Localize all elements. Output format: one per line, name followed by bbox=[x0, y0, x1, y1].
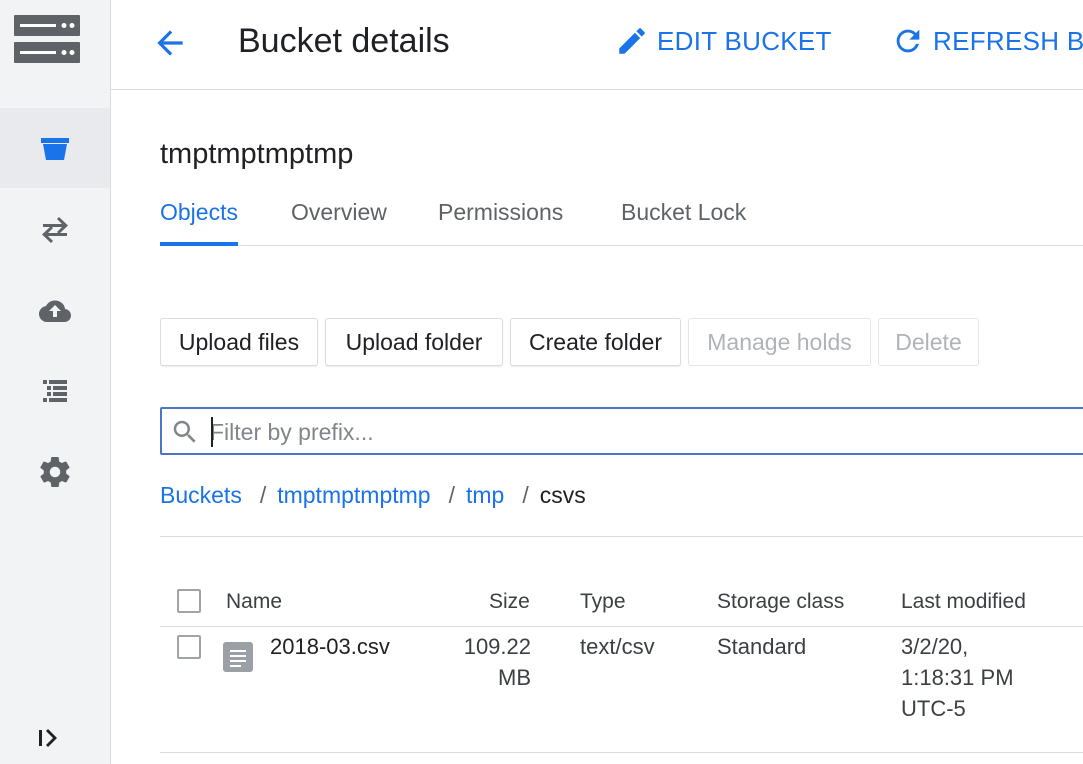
bucket-icon bbox=[41, 138, 69, 160]
breadcrumb-separator: / bbox=[259, 482, 267, 508]
main-content: tmptmptmptmp Objects Overview Permission… bbox=[160, 90, 1083, 764]
sidebar-item-transfer-appliance[interactable] bbox=[0, 271, 110, 351]
column-storage-class[interactable]: Storage class bbox=[717, 590, 844, 614]
refresh-label: REFRESH BU bbox=[933, 25, 1083, 56]
pencil-icon bbox=[619, 28, 645, 54]
file-icon bbox=[223, 642, 253, 672]
filter-input[interactable] bbox=[210, 415, 1070, 449]
upload-folder-button[interactable]: Upload folder bbox=[325, 318, 503, 366]
arrow-back-icon bbox=[157, 30, 183, 56]
breadcrumb-separator: / bbox=[448, 482, 455, 508]
settings-icon bbox=[40, 457, 70, 488]
select-all-checkbox[interactable] bbox=[177, 589, 201, 613]
row-checkbox[interactable] bbox=[177, 635, 201, 659]
column-size[interactable]: Size bbox=[489, 590, 530, 614]
breadcrumb-folder-link[interactable]: tmp bbox=[466, 482, 504, 509]
text-cursor bbox=[211, 417, 213, 447]
tab-bucket-lock[interactable]: Bucket Lock bbox=[621, 195, 746, 246]
breadcrumb: Buckets / tmptmptmptmp / tmp / csvs bbox=[160, 482, 586, 509]
page-header: Bucket details EDIT BUCKET REFRESH BU bbox=[111, 0, 1083, 90]
bucket-name: tmptmptmptmp bbox=[160, 138, 354, 170]
tab-overview[interactable]: Overview bbox=[291, 195, 387, 246]
table-row[interactable]: 2018-03.csv 109.22 MB text/csv Standard … bbox=[160, 627, 1083, 753]
manage-holds-button[interactable]: Manage holds bbox=[688, 318, 871, 366]
breadcrumb-current: csvs bbox=[539, 482, 586, 508]
tab-bar: Objects Overview Permissions Bucket Lock bbox=[160, 195, 1083, 246]
expand-sidebar-icon bbox=[39, 729, 57, 747]
sidebar-item-settings[interactable] bbox=[0, 432, 110, 512]
divider bbox=[160, 752, 1083, 753]
sidebar bbox=[0, 0, 111, 764]
sidebar-item-browser[interactable] bbox=[0, 108, 110, 188]
file-name-link[interactable]: 2018-03.csv bbox=[270, 631, 390, 662]
divider bbox=[160, 536, 1083, 537]
breadcrumb-buckets-link[interactable]: Buckets bbox=[160, 482, 242, 509]
column-type[interactable]: Type bbox=[580, 590, 626, 614]
filter-box bbox=[160, 407, 1083, 455]
file-size: 109.22 MB bbox=[440, 631, 531, 693]
upload-files-button[interactable]: Upload files bbox=[160, 318, 318, 366]
list-icon bbox=[43, 380, 67, 402]
sidebar-item-transfer[interactable] bbox=[0, 190, 110, 270]
modified-timezone: UTC-5 bbox=[901, 696, 966, 721]
column-name[interactable]: Name bbox=[226, 590, 282, 614]
refresh-button[interactable]: REFRESH BU bbox=[891, 24, 1083, 58]
page-title: Bucket details bbox=[238, 22, 450, 60]
file-storage-class: Standard bbox=[717, 634, 807, 659]
sidebar-item-operations[interactable] bbox=[0, 350, 110, 430]
edit-bucket-button[interactable]: EDIT BUCKET bbox=[615, 24, 832, 58]
breadcrumb-separator: / bbox=[522, 482, 529, 508]
storage-logo-icon bbox=[14, 15, 80, 63]
search-icon bbox=[173, 420, 196, 443]
modified-time: 1:18:31 PM bbox=[901, 665, 1014, 690]
breadcrumb-bucket-link[interactable]: tmptmptmptmp bbox=[277, 482, 430, 509]
tab-permissions[interactable]: Permissions bbox=[438, 195, 563, 246]
delete-button[interactable]: Delete bbox=[878, 318, 979, 366]
transfer-icon bbox=[42, 217, 68, 243]
column-last-modified[interactable]: Last modified bbox=[901, 590, 1026, 614]
file-size-value: 109.22 bbox=[463, 634, 531, 659]
file-size-unit: MB bbox=[498, 665, 531, 690]
file-last-modified: 3/2/20, 1:18:31 PM UTC-5 bbox=[901, 631, 1014, 724]
expand-sidebar-button[interactable] bbox=[28, 722, 68, 754]
cloud-upload-icon bbox=[39, 300, 71, 322]
table-header: Name Size Type Storage class Last modifi… bbox=[160, 580, 1083, 626]
create-folder-button[interactable]: Create folder bbox=[510, 318, 681, 366]
refresh-icon bbox=[896, 29, 920, 53]
tab-objects[interactable]: Objects bbox=[160, 195, 238, 246]
file-type: text/csv bbox=[580, 634, 655, 659]
edit-bucket-label: EDIT BUCKET bbox=[657, 25, 832, 56]
back-button[interactable] bbox=[149, 22, 191, 64]
modified-date: 3/2/20, bbox=[901, 634, 969, 659]
